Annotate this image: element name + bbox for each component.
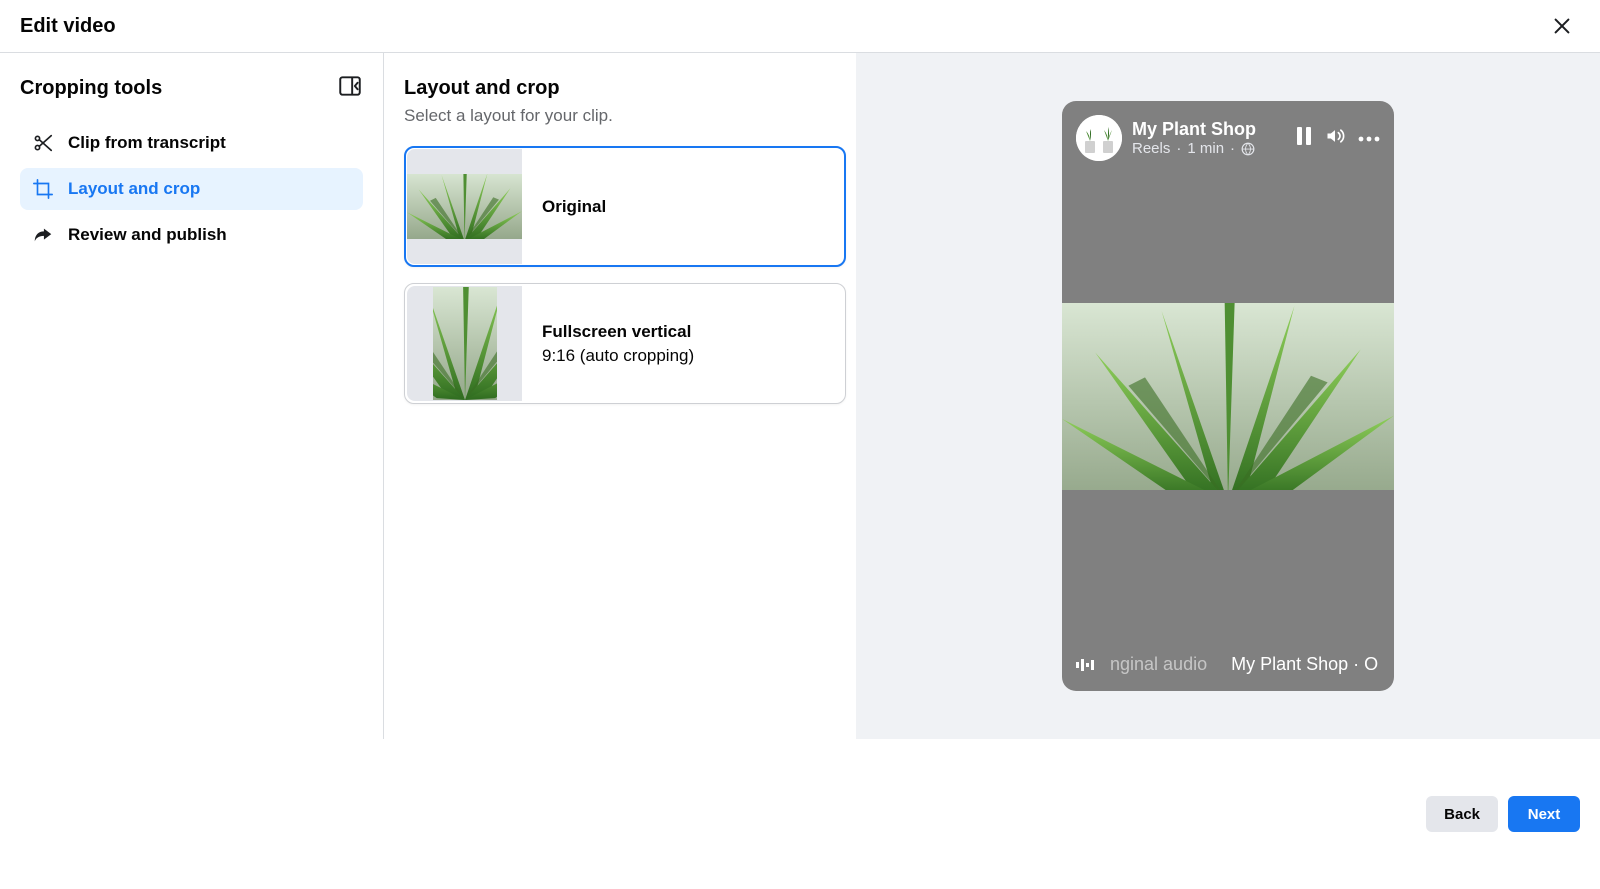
option-thumbnail [407, 286, 522, 401]
next-button[interactable]: Next [1508, 796, 1580, 832]
option-title: Original [542, 197, 606, 217]
sidebar-item-label: Review and publish [68, 225, 227, 245]
option-subtitle: 9:16 (auto cropping) [542, 346, 694, 366]
share-arrow-icon [32, 224, 54, 246]
pause-button[interactable] [1296, 127, 1312, 150]
preview-video-frame [1062, 303, 1394, 490]
close-icon [1551, 15, 1573, 37]
avatar [1076, 115, 1122, 161]
scissors-icon [32, 132, 54, 154]
volume-icon [1324, 126, 1346, 146]
sidebar-item-label: Clip from transcript [68, 133, 226, 153]
audio-bars-icon [1076, 657, 1094, 673]
section-title: Layout and crop [404, 77, 846, 100]
sidebar-item-review[interactable]: Review and publish [20, 214, 363, 256]
sidebar-item-clip[interactable]: Clip from transcript [20, 122, 363, 164]
sidebar-item-layout[interactable]: Layout and crop [20, 168, 363, 210]
preview-page-name: My Plant Shop [1132, 119, 1256, 141]
preview-area: My Plant Shop Reels · 1 min · [856, 53, 1600, 739]
layout-option-original[interactable]: Original [404, 146, 846, 267]
volume-button[interactable] [1324, 126, 1346, 151]
layout-option-vertical[interactable]: Fullscreen vertical 9:16 (auto cropping) [404, 283, 846, 404]
audio-attribution: nginal audio My Plant Shop · O [1110, 654, 1378, 675]
panel-toggle-button[interactable] [337, 73, 363, 104]
globe-icon [1241, 142, 1255, 156]
back-button[interactable]: Back [1426, 796, 1498, 832]
pause-icon [1296, 127, 1312, 145]
dots-icon [1358, 136, 1380, 142]
more-button[interactable] [1358, 129, 1380, 147]
reel-preview: My Plant Shop Reels · 1 min · [1062, 101, 1394, 691]
option-thumbnail [407, 149, 522, 264]
sidebar-title: Cropping tools [20, 77, 162, 100]
option-title: Fullscreen vertical [542, 322, 694, 342]
section-subtitle: Select a layout for your clip. [404, 106, 846, 126]
close-button[interactable] [1544, 8, 1580, 44]
panel-collapse-icon [337, 73, 363, 99]
crop-icon [32, 178, 54, 200]
preview-meta: Reels · 1 min · [1132, 140, 1256, 157]
sidebar-item-label: Layout and crop [68, 179, 200, 199]
page-title: Edit video [20, 15, 116, 38]
